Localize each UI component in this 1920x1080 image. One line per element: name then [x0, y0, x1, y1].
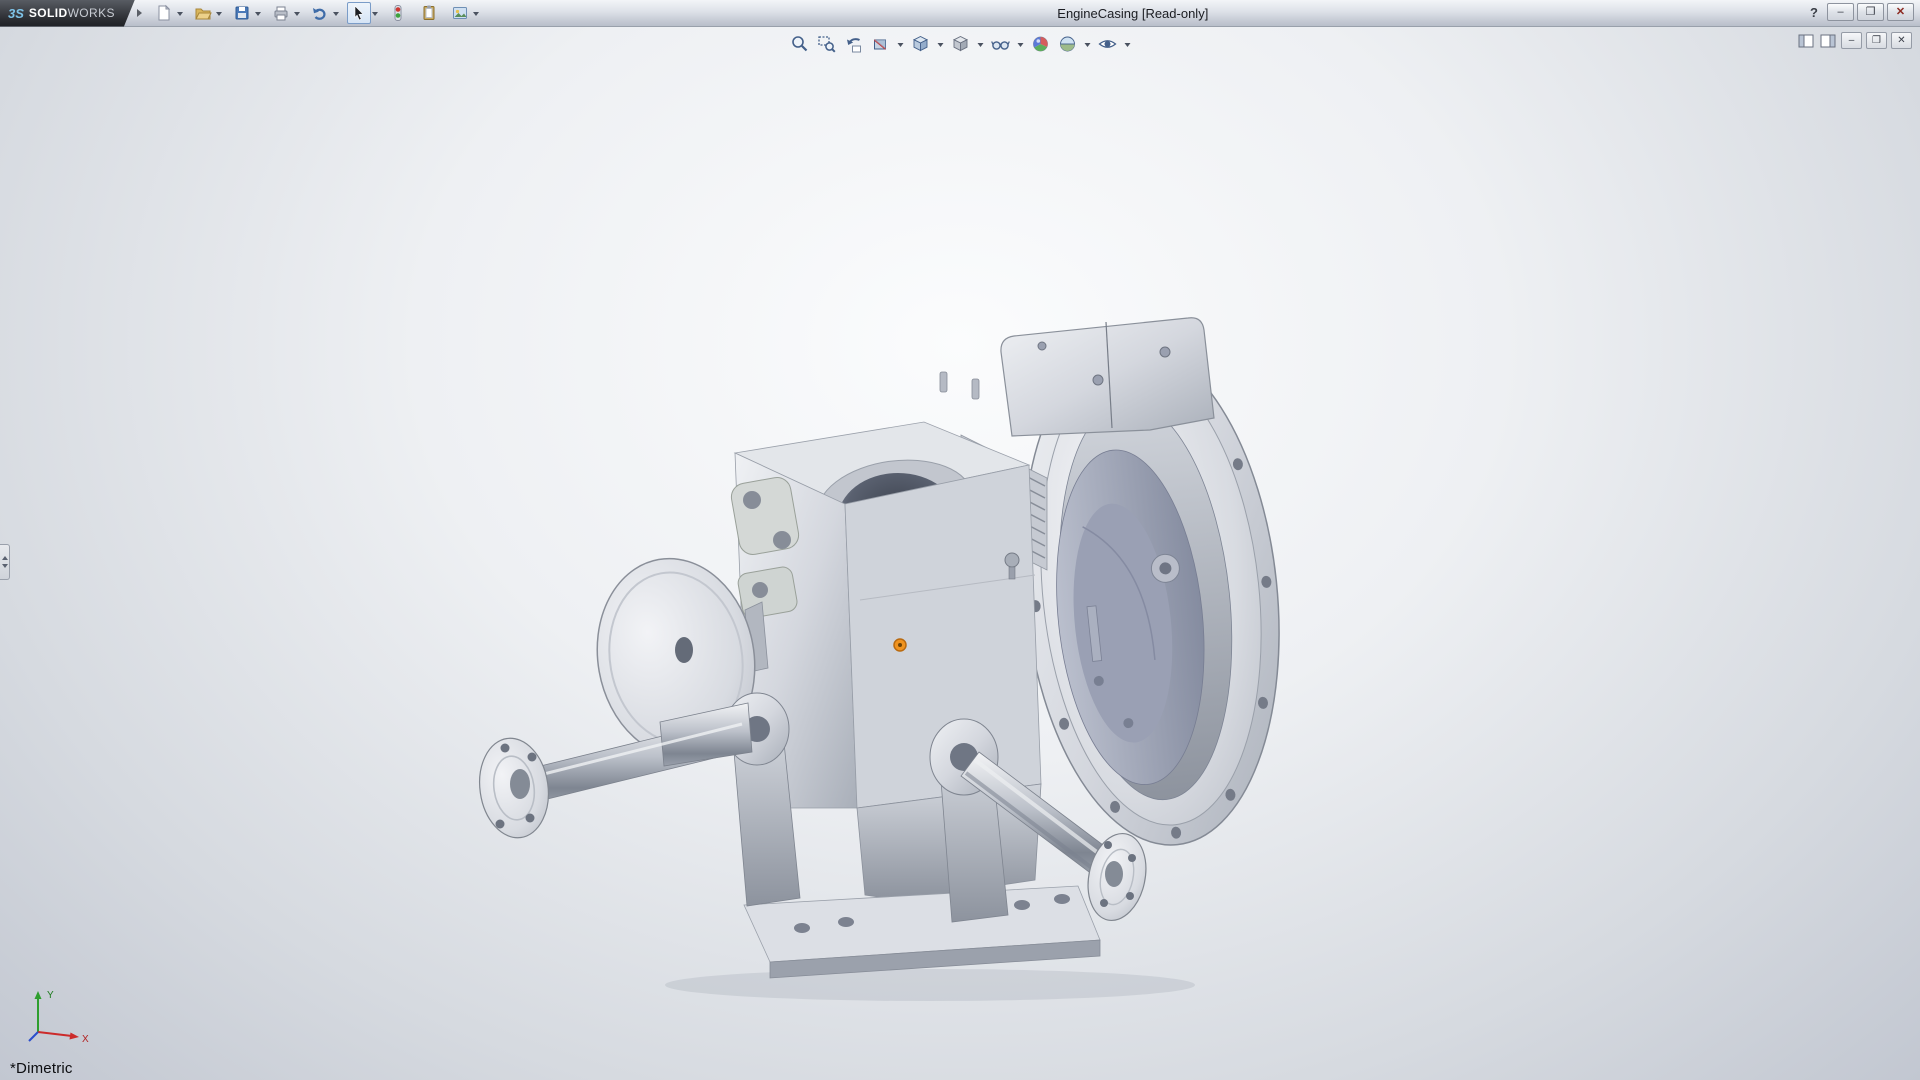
- view-orientation-dropdown-icon[interactable]: [938, 43, 944, 47]
- options-dropdown-icon[interactable]: [473, 12, 479, 16]
- document-window-controls: – ❐ ✕: [1797, 32, 1912, 49]
- rebuild-button[interactable]: [386, 2, 410, 24]
- section-view-dropdown-icon[interactable]: [898, 43, 904, 47]
- point-marker: [894, 639, 906, 651]
- window-title: EngineCasing [Read-only]: [1057, 6, 1208, 21]
- new-document-button[interactable]: [152, 2, 176, 24]
- rebuild-trafficlight-icon: [389, 4, 407, 22]
- top-cover[interactable]: [1001, 318, 1214, 436]
- splitter-down-icon: [2, 564, 8, 568]
- document-minimize-button[interactable]: –: [1841, 32, 1862, 49]
- zoom-to-area-button[interactable]: [816, 31, 838, 57]
- document-restore-button[interactable]: ❐: [1866, 32, 1887, 49]
- clipboard-icon: [420, 4, 438, 22]
- engine-casing-model[interactable]: [0, 27, 1920, 1080]
- open-dropdown-icon[interactable]: [216, 12, 222, 16]
- zoom-to-area-icon: [817, 34, 837, 54]
- maximize-button[interactable]: ❐: [1857, 3, 1884, 21]
- featuremanager-collapse-tab[interactable]: [0, 544, 10, 580]
- view-orientation-cube-icon: [911, 34, 931, 54]
- close-button[interactable]: ✕: [1887, 3, 1914, 21]
- view-settings-dropdown-icon[interactable]: [1125, 43, 1131, 47]
- new-document-icon: [155, 4, 173, 22]
- undo-dropdown-icon[interactable]: [333, 12, 339, 16]
- zoom-to-fit-icon: [790, 34, 810, 54]
- select-tool-button[interactable]: [347, 2, 371, 24]
- main-toolbar: [152, 2, 484, 24]
- save-button[interactable]: [230, 2, 254, 24]
- previous-view-button[interactable]: [843, 31, 865, 57]
- new-dropdown-icon[interactable]: [177, 12, 183, 16]
- print-dropdown-icon[interactable]: [294, 12, 300, 16]
- graphics-viewport[interactable]: – ❐ ✕: [0, 27, 1920, 1080]
- view-settings-button[interactable]: [1097, 31, 1119, 57]
- section-view-button[interactable]: [870, 31, 892, 57]
- view-settings-eye-icon: [1098, 34, 1118, 54]
- dassault-3ds-icon: 3S: [8, 6, 24, 21]
- solidworks-logo: 3S SOLIDWORKS: [0, 0, 135, 27]
- printer-icon: [272, 4, 290, 22]
- pane-right-icon[interactable]: [1819, 33, 1837, 49]
- save-dropdown-icon[interactable]: [255, 12, 261, 16]
- pane-left-icon[interactable]: [1797, 33, 1815, 49]
- splitter-up-icon: [2, 556, 8, 560]
- hide-show-items-button[interactable]: [990, 31, 1012, 57]
- orientation-label: *Dimetric: [10, 1060, 73, 1077]
- save-disk-icon: [233, 4, 251, 22]
- apply-scene-dropdown-icon[interactable]: [1085, 43, 1091, 47]
- y-axis-arrow-icon: [35, 991, 42, 999]
- triad-y-label: Y: [47, 990, 54, 1001]
- display-style-cube-icon: [951, 34, 971, 54]
- cylinder-studs[interactable]: [940, 372, 979, 399]
- options-button[interactable]: [448, 2, 472, 24]
- section-view-icon: [871, 34, 891, 54]
- print-button[interactable]: [269, 2, 293, 24]
- open-folder-icon: [194, 4, 212, 22]
- apply-scene-button[interactable]: [1057, 31, 1079, 57]
- titlebar: 3S SOLIDWORKS: [0, 0, 1920, 27]
- heads-up-toolbar: [789, 31, 1132, 57]
- image-options-icon: [451, 4, 469, 22]
- zoom-to-fit-button[interactable]: [789, 31, 811, 57]
- open-button[interactable]: [191, 2, 215, 24]
- menu-expand-icon[interactable]: [137, 9, 142, 17]
- display-style-button[interactable]: [950, 31, 972, 57]
- properties-button[interactable]: [417, 2, 441, 24]
- document-close-button[interactable]: ✕: [1891, 32, 1912, 49]
- undo-arrow-icon: [311, 4, 329, 22]
- triad-x-label: X: [82, 1034, 89, 1045]
- previous-view-icon: [844, 34, 864, 54]
- display-style-dropdown-icon[interactable]: [978, 43, 984, 47]
- minimize-button[interactable]: –: [1827, 3, 1854, 21]
- edit-appearance-button[interactable]: [1030, 31, 1052, 57]
- hide-show-dropdown-icon[interactable]: [1018, 43, 1024, 47]
- model-shadow: [665, 969, 1195, 1001]
- left-shaft[interactable]: [473, 703, 752, 842]
- undo-button[interactable]: [308, 2, 332, 24]
- window-controls: ? – ❐ ✕: [1804, 3, 1914, 21]
- scene-icon: [1058, 34, 1078, 54]
- eyeglasses-icon: [991, 34, 1011, 54]
- reference-triad: Y X: [22, 986, 96, 1048]
- appearance-ball-icon: [1031, 34, 1051, 54]
- view-orientation-button[interactable]: [910, 31, 932, 57]
- help-button[interactable]: ?: [1804, 5, 1824, 20]
- brand-name-light: WORKS: [68, 6, 115, 20]
- select-cursor-icon: [350, 4, 368, 22]
- x-axis-arrow-icon: [70, 1033, 80, 1040]
- brand-name-bold: SOLID: [29, 6, 68, 20]
- z-axis-icon: [29, 1032, 38, 1041]
- base-plate[interactable]: [744, 886, 1100, 978]
- select-dropdown-icon[interactable]: [372, 12, 378, 16]
